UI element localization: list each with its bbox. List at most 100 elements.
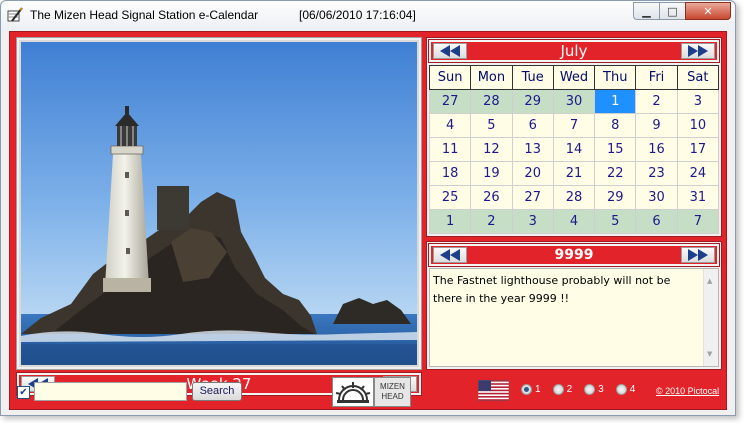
calendar-day[interactable]: 29	[594, 185, 637, 210]
prev-month-button[interactable]	[433, 43, 467, 59]
calendar-day[interactable]: 18	[428, 161, 472, 186]
window-datetime: [06/06/2010 17:16:04]	[299, 8, 416, 22]
calendar-day[interactable]: 31	[676, 185, 720, 210]
us-flag-icon[interactable]	[478, 380, 509, 401]
calendar-day[interactable]: 7	[676, 209, 720, 234]
checkmark-icon: ✔	[19, 387, 28, 398]
calendar-panel: July Sun Mon Tue Wed Thu Fri Sat 27 28 29 30 1 2 3 4 5…	[426, 37, 722, 237]
maximize-button[interactable]: □	[659, 2, 686, 20]
double-right-arrow-icon	[688, 45, 708, 57]
weekday-header: Sun	[428, 65, 472, 90]
calendar-day[interactable]: 2	[470, 209, 513, 234]
close-button[interactable]: ✕	[685, 2, 731, 20]
calendar-week-row: 18 19 20 21 22 23 24	[428, 161, 720, 186]
year-note-panel: 9999 The Fastnet lighthouse probably wil…	[426, 241, 722, 370]
year-label: 9999	[554, 247, 594, 263]
calendar-pen-icon	[7, 7, 23, 22]
double-left-arrow-icon	[440, 249, 460, 261]
radio-label: 2	[566, 384, 573, 395]
radio-dot-icon[interactable]	[552, 384, 564, 395]
calendar-day[interactable]: 22	[594, 161, 637, 186]
calendar-day[interactable]: 1	[428, 209, 472, 234]
calendar-day[interactable]: 27	[511, 185, 554, 210]
calendar-day[interactable]: 30	[552, 89, 596, 114]
mizen-head-logo-label[interactable]: MIZEN HEAD	[374, 377, 411, 407]
calendar-week-row: 4 5 6 7 8 9 10	[428, 113, 720, 138]
calendar-day[interactable]: 14	[552, 137, 596, 162]
calendar-day[interactable]: 5	[594, 209, 637, 234]
month-label: July	[560, 42, 588, 60]
next-month-button[interactable]	[681, 43, 715, 59]
calendar-day[interactable]: 8	[594, 113, 637, 138]
radio-dot-icon[interactable]	[521, 384, 532, 395]
calendar-day[interactable]: 29	[511, 89, 554, 114]
theme-radio[interactable]: 4	[615, 384, 635, 395]
calendar-day[interactable]: 4	[552, 209, 596, 234]
calendar-day[interactable]: 4	[428, 113, 472, 138]
title-bar[interactable]: The Mizen Head Signal Station e-Calendar…	[1, 1, 735, 31]
close-icon: ✕	[703, 4, 713, 18]
calendar-day[interactable]: 3	[676, 89, 720, 114]
calendar-day[interactable]: 28	[470, 89, 513, 114]
calendar-day[interactable]: 6	[511, 113, 554, 138]
app-window: The Mizen Head Signal Station e-Calendar…	[0, 0, 736, 416]
minimize-icon: ▁	[642, 4, 651, 18]
main-panel: Week 27 July SunMonTueWedThuFriSat 27282…	[9, 31, 727, 410]
calendar-grid: Sun Mon Tue Wed Thu Fri Sat 27 28 29 30 1 2 3 4 5 6 7 8 9 1…	[428, 65, 720, 234]
calendar-day[interactable]: 28	[552, 185, 596, 210]
calendar-day[interactable]: 6	[635, 209, 678, 234]
radio-dot-icon[interactable]	[584, 384, 596, 395]
minimize-button[interactable]: ▁	[633, 2, 660, 20]
search-button[interactable]: Search	[192, 382, 242, 401]
next-year-button[interactable]	[681, 247, 715, 263]
calendar-day[interactable]: 26	[470, 185, 513, 210]
calendar-day[interactable]: 15	[594, 137, 637, 162]
note-text: The Fastnet lighthouse probably will not…	[433, 274, 671, 305]
note-scrollbar[interactable]: ▲ ▼	[703, 269, 718, 366]
calendar-day[interactable]: 20	[511, 161, 554, 186]
scroll-down-icon[interactable]: ▼	[707, 345, 712, 363]
calendar-day[interactable]: 3	[511, 209, 554, 234]
theme-radio[interactable]: 3	[584, 384, 604, 395]
weekday-header: Sat	[676, 65, 720, 90]
calendar-week-row: 25 26 27 28 29 30 31	[428, 185, 720, 210]
calendar-day[interactable]: 9	[635, 113, 678, 138]
search-checkbox[interactable]: ✔	[17, 386, 30, 399]
double-right-arrow-icon	[688, 249, 708, 261]
calendar-day[interactable]: 2	[635, 89, 678, 114]
lighthouse-photo	[21, 42, 417, 365]
theme-radio[interactable]: 2	[552, 384, 573, 395]
radio-label: 1	[535, 384, 541, 395]
calendar-day[interactable]: 23	[635, 161, 678, 186]
weekday-header: Fri	[635, 65, 678, 90]
calendar-day[interactable]: 13	[511, 137, 554, 162]
calendar-day[interactable]: 27	[428, 89, 472, 114]
copyright-link[interactable]: © 2010 Pictocal	[656, 386, 719, 396]
calendar-day[interactable]: 1	[594, 89, 637, 114]
calendar-day[interactable]: 17	[676, 137, 720, 162]
calendar-day[interactable]: 10	[676, 113, 720, 138]
window-title: The Mizen Head Signal Station e-Calendar	[30, 8, 259, 22]
maximize-icon: □	[667, 4, 678, 18]
mizen-head-logo-icon[interactable]	[332, 377, 374, 407]
radio-dot-icon[interactable]	[615, 384, 627, 395]
calendar-day[interactable]: 5	[470, 113, 513, 138]
search-input[interactable]	[34, 382, 187, 401]
weekday-header: Mon	[470, 65, 513, 90]
calendar-day[interactable]: 19	[470, 161, 513, 186]
photo-frame	[16, 37, 422, 370]
calendar-day[interactable]: 12	[470, 137, 513, 162]
note-textarea[interactable]: The Fastnet lighthouse probably will not…	[429, 268, 719, 367]
prev-year-button[interactable]	[433, 247, 467, 263]
calendar-day[interactable]: 21	[552, 161, 596, 186]
calendar-day[interactable]: 11	[428, 137, 472, 162]
calendar-day[interactable]: 24	[676, 161, 720, 186]
calendar-day[interactable]: 16	[635, 137, 678, 162]
bottom-bar: ✔ Search MIZEN HEAD 1 2 3 4 © 2010 Picto…	[10, 375, 726, 409]
scroll-up-icon[interactable]: ▲	[707, 272, 712, 290]
calendar-day[interactable]: 25	[428, 185, 472, 210]
double-left-arrow-icon	[440, 45, 460, 57]
calendar-day[interactable]: 30	[635, 185, 678, 210]
theme-radio[interactable]: 1	[521, 384, 541, 395]
calendar-day[interactable]: 7	[552, 113, 596, 138]
